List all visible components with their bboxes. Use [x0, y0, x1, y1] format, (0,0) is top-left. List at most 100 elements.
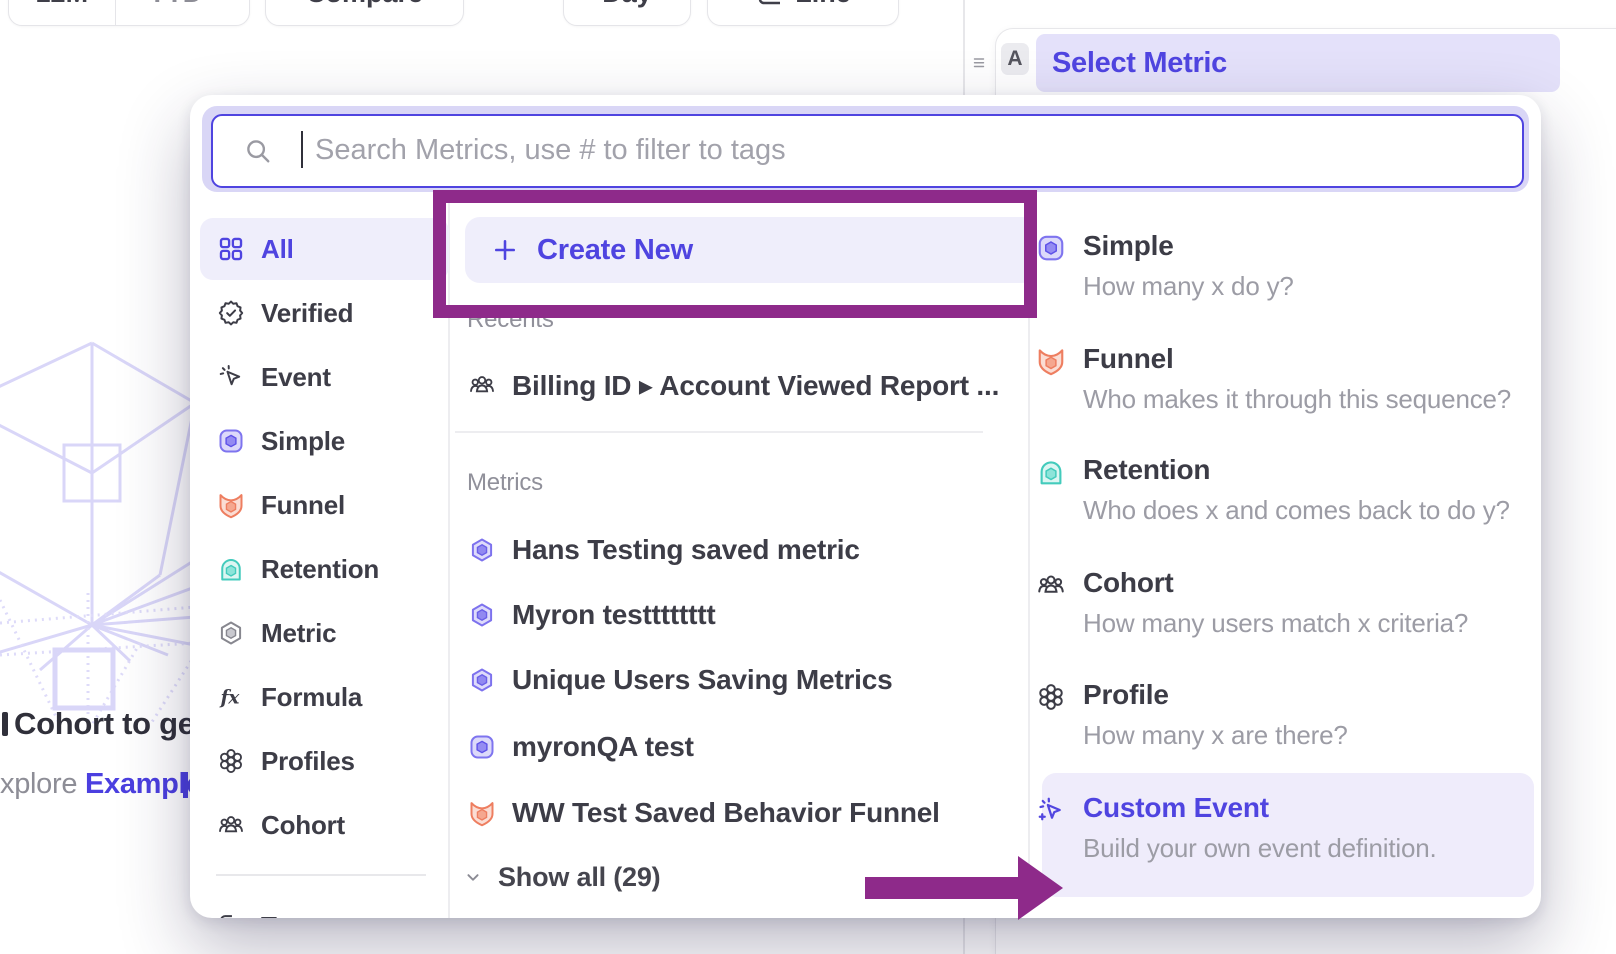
metric-item-label: Myron testttttttt	[512, 599, 715, 631]
cohort-icon	[1036, 570, 1066, 600]
type-profile-desc: How many x are there?	[1083, 720, 1348, 751]
category-label: Metric	[261, 618, 336, 649]
clipped-link-fragment	[183, 772, 188, 798]
search-focus-ring	[202, 106, 1529, 192]
category-label: All	[261, 234, 294, 265]
empty-state-heading: Cohort to ge	[14, 706, 195, 742]
category-retention[interactable]: Retention	[200, 538, 449, 600]
category-label: T	[261, 911, 277, 919]
annotation-arrow	[860, 850, 1070, 925]
category-label: Profiles	[261, 746, 355, 777]
category-label: Retention	[261, 554, 379, 585]
simple-metric-icon	[468, 733, 496, 761]
funnel-icon	[217, 491, 245, 519]
saved-metric-icon	[468, 536, 496, 564]
custom-event-icon	[1036, 795, 1066, 825]
clipped-text-fragment	[2, 712, 8, 736]
category-label: Event	[261, 362, 331, 393]
cohort-icon	[217, 811, 245, 839]
line-chart-icon	[755, 0, 785, 8]
profiles-icon	[217, 747, 245, 775]
chart-type-label: Line	[795, 0, 851, 9]
metric-item[interactable]: Unique Users Saving Metrics	[456, 652, 1028, 708]
category-metric[interactable]: Metric	[200, 602, 449, 664]
category-profiles[interactable]: Profiles	[200, 730, 449, 792]
category-event[interactable]: Event	[200, 346, 449, 408]
category-label: Funnel	[261, 490, 345, 521]
show-all-button[interactable]: Show all (29)	[462, 849, 862, 905]
metric-item[interactable]: Hans Testing saved metric	[456, 522, 1028, 578]
empty-state-subtext: xplore Example	[0, 768, 202, 801]
compare-button[interactable]: Compare	[265, 0, 464, 26]
recent-item-billing[interactable]: Billing ID ▸ Account Viewed Report ...	[456, 357, 1028, 413]
range-ytd-label: YTD	[148, 0, 202, 9]
type-cohort[interactable]: Cohort	[1083, 567, 1174, 599]
tag-icon	[217, 912, 245, 918]
metrics-header: Metrics	[467, 469, 543, 497]
app-canvas: 12M YTD Compare Day Line Cohort to ge	[0, 0, 1616, 954]
category-cohort[interactable]: Cohort	[200, 794, 449, 856]
type-funnel[interactable]: Funnel	[1083, 343, 1174, 375]
sidebar-section-divider	[216, 874, 426, 876]
category-formula[interactable]: fx Formula	[200, 666, 449, 728]
type-funnel-desc: Who makes it through this sequence?	[1083, 384, 1511, 415]
text-caret	[301, 131, 303, 168]
chevron-down-icon	[208, 0, 226, 2]
category-verified[interactable]: Verified	[200, 282, 449, 344]
type-retention[interactable]: Retention	[1083, 454, 1210, 486]
select-metric-label: Select Metric	[1052, 47, 1227, 80]
granularity-button[interactable]: Day	[563, 0, 691, 26]
compare-label: Compare	[306, 0, 423, 9]
saved-metric-icon	[468, 666, 496, 694]
range-12m-label: 12M	[36, 0, 89, 9]
svg-text:fx: fx	[219, 686, 241, 708]
type-profile[interactable]: Profile	[1083, 679, 1169, 711]
search-input[interactable]	[313, 116, 1497, 184]
recent-item-label: Billing ID ▸ Account Viewed Report ...	[512, 369, 999, 402]
grid-icon	[217, 235, 245, 263]
category-label: Verified	[261, 298, 353, 329]
category-label: Formula	[261, 682, 362, 713]
formula-icon: fx	[217, 683, 245, 711]
range-ytd-button[interactable]: YTD	[126, 0, 249, 25]
category-funnel[interactable]: Funnel	[200, 474, 449, 536]
metric-hexagon-icon	[217, 619, 245, 647]
metric-item[interactable]: Myron testttttttt	[456, 587, 1028, 643]
verified-badge-icon	[217, 299, 245, 327]
metric-item-label: Unique Users Saving Metrics	[512, 664, 893, 696]
series-badge: A	[1001, 43, 1029, 75]
metric-item[interactable]: WW Test Saved Behavior Funnel	[456, 785, 1028, 841]
date-range-control: 12M YTD	[8, 0, 250, 26]
type-cohort-desc: How many users match x criteria?	[1083, 608, 1468, 639]
type-simple-desc: How many x do y?	[1083, 271, 1294, 302]
range-12m-button[interactable]: 12M	[9, 0, 116, 25]
metric-item-label: WW Test Saved Behavior Funnel	[512, 797, 940, 829]
simple-metric-icon	[1036, 233, 1066, 263]
explore-text: xplore	[0, 768, 77, 800]
category-simple[interactable]: Simple	[200, 410, 449, 472]
metric-item[interactable]: myronQA test	[456, 719, 1028, 775]
annotation-highlight-box	[433, 190, 1037, 318]
retention-icon	[1036, 457, 1066, 487]
chart-type-button[interactable]: Line	[707, 0, 899, 26]
drag-handle-icon[interactable]	[970, 53, 988, 76]
saved-metric-icon	[468, 601, 496, 629]
category-partial[interactable]: T	[200, 895, 449, 918]
search-field[interactable]	[211, 114, 1524, 188]
cohort-icon	[468, 371, 496, 399]
simple-metric-icon	[217, 427, 245, 455]
metric-item-label: Hans Testing saved metric	[512, 534, 860, 566]
category-label: Simple	[261, 426, 345, 457]
category-label: Cohort	[261, 810, 345, 841]
type-custom-event[interactable]: Custom Event	[1083, 792, 1269, 824]
search-icon	[243, 136, 273, 166]
retention-icon	[217, 555, 245, 583]
profiles-icon	[1036, 682, 1066, 712]
select-metric-button[interactable]: Select Metric	[1036, 34, 1560, 92]
recents-metrics-divider	[455, 431, 983, 433]
granularity-label: Day	[602, 0, 652, 9]
funnel-icon	[1036, 346, 1066, 376]
category-all[interactable]: All	[200, 218, 449, 280]
type-simple[interactable]: Simple	[1083, 230, 1174, 262]
funnel-icon	[468, 799, 496, 827]
